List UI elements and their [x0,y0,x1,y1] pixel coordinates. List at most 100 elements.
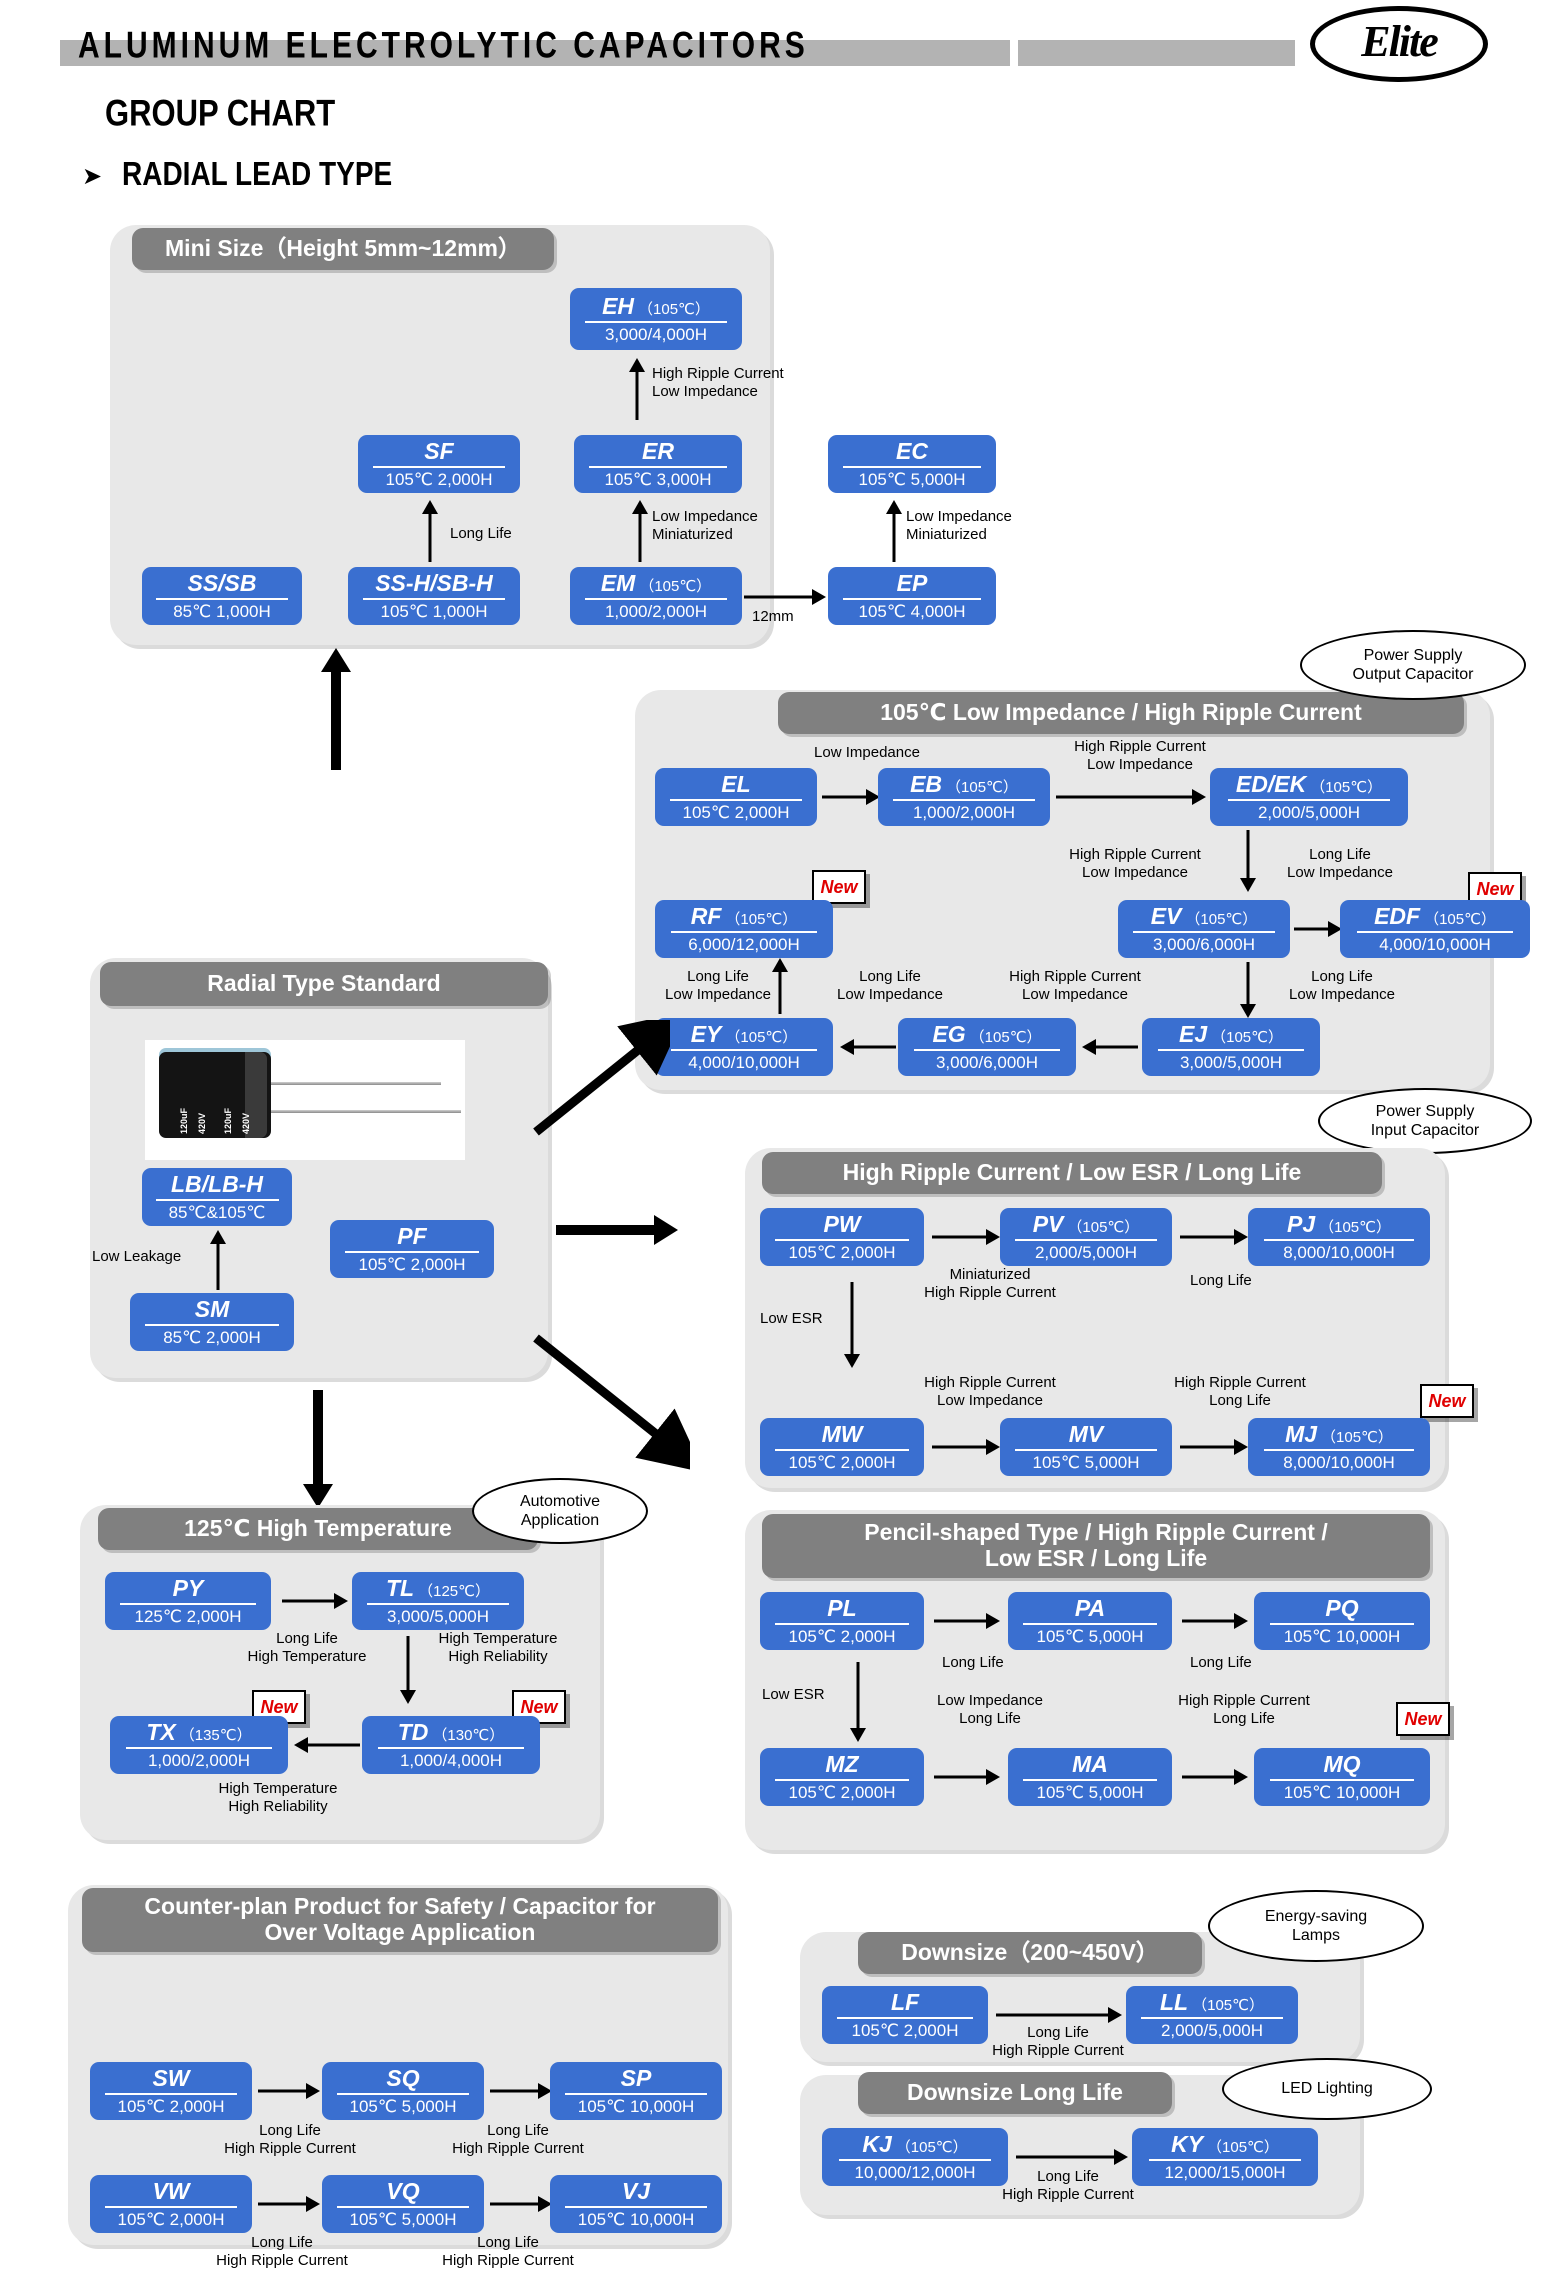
divider [363,598,505,600]
product-life: 3,000/6,000H [935,1053,1039,1072]
annotation-pv-pj: Long Life [1190,1272,1252,1289]
product-box-pj[interactable]: PJ （105℃） 8,000/10,000H [1248,1208,1430,1266]
product-box-ss-sb[interactable]: SS/SB 85℃ 1,000H [142,567,302,625]
product-box-pw[interactable]: PW 105℃ 2,000H [760,1208,924,1266]
panel-mini-size-title: Mini Size（Height 5mm~12mm） [132,228,554,270]
panel-radial-standard-title: Radial Type Standard [100,962,548,1006]
arrow-em-to-ep [744,588,826,606]
product-life: 8,000/10,000H [1283,1243,1395,1262]
product-life: 6,000/12,000H [688,935,800,954]
divider [372,466,506,468]
radial-lead-type-heading: RADIAL LEAD TYPE [122,155,393,193]
product-box-pa[interactable]: PA 105℃ 5,000H [1008,1592,1172,1650]
product-box-ss-h-sb-h[interactable]: SS-H/SB-H 105℃ 1,000H [348,567,520,625]
arrow-edek-to-ev [1238,830,1258,892]
product-life: 105℃ 2,000H [385,470,493,489]
product-life: 4,000/10,000H [1379,935,1491,954]
product-box-ec[interactable]: EC 105℃ 5,000H [828,435,996,493]
product-box-ev[interactable]: EV （105℃） 3,000/6,000H [1118,900,1290,958]
annotation-vq-vj: Long Life High Ripple Current [442,2234,574,2270]
divider [1227,799,1391,801]
product-box-tx[interactable]: TX （135℃） 1,000/2,000H [110,1716,288,1774]
product-temp: （105℃） [638,301,710,318]
product-box-pf[interactable]: PF 105℃ 2,000H [330,1220,494,1278]
product-life: 105℃ 5,000H [349,2097,457,2116]
annotation-tx-bottom: High Temperature High Reliability [218,1780,338,1816]
arrow-pv-to-pj [1180,1228,1248,1246]
product-box-vw[interactable]: VW 105℃ 2,000H [90,2175,252,2233]
product-box-sw[interactable]: SW 105℃ 2,000H [90,2062,252,2120]
divider [585,598,727,600]
product-box-sq[interactable]: SQ 105℃ 5,000H [322,2062,484,2120]
product-box-sp[interactable]: SP 105℃ 10,000H [550,2062,722,2120]
product-box-vq[interactable]: VQ 105℃ 5,000H [322,2175,484,2233]
product-box-sm[interactable]: SM 85℃ 2,000H [130,1293,294,1351]
logo-text: Elite [1361,17,1439,66]
product-box-mv[interactable]: MV 105℃ 5,000H [1000,1418,1172,1476]
product-box-vj[interactable]: VJ 105℃ 10,000H [550,2175,722,2233]
product-box-mz[interactable]: MZ 105℃ 2,000H [760,1748,924,1806]
product-code: SF [424,438,454,464]
product-box-lb[interactable]: LB/LB-H 85℃&105℃ [142,1168,292,1226]
product-box-eg[interactable]: EG （105℃） 3,000/6,000H [898,1018,1076,1076]
annotation-low-esr-hrc: Low ESR [760,1310,823,1327]
product-temp: （130℃） [432,1727,505,1744]
product-box-eh[interactable]: EH （105℃） 3,000/4,000H [570,288,742,350]
new-badge-mj: New [1420,1384,1474,1418]
product-life: 105℃ 10,000H [1283,1627,1401,1646]
product-box-py[interactable]: PY 125℃ 2,000H [105,1572,271,1630]
product-box-rf[interactable]: RF （105℃） 6,000/12,000H [655,900,833,958]
product-code: TD [397,1719,429,1745]
product-temp: （105℃） [1424,911,1496,928]
divider [914,1049,1060,1051]
product-life: 105℃ 2,000H [851,2021,959,2040]
arrow-tl-to-td [398,1636,418,1704]
arrow-pl-to-pa [934,1612,1000,1630]
product-box-eb[interactable]: EB （105℃） 1,000/2,000H [878,768,1050,826]
arrow-standard-to-mini [318,648,354,770]
product-box-ed-ek[interactable]: ED/EK （105℃） 2,000/5,000H [1210,768,1408,826]
product-box-mq[interactable]: MQ 105℃ 10,000H [1254,1748,1430,1806]
product-box-em[interactable]: EM （105℃） 1,000/2,000H [570,567,742,625]
product-box-ep[interactable]: EP 105℃ 4,000H [828,567,996,625]
product-box-pv[interactable]: PV （105℃） 2,000/5,000H [1000,1208,1172,1266]
annotation-low-leakage: Low Leakage [92,1248,182,1265]
product-temp: （105℃） [725,911,798,928]
product-code: ER [642,438,674,464]
product-box-ma[interactable]: MA 105℃ 5,000H [1008,1748,1172,1806]
capacitor-label-2: 420V [197,1112,207,1134]
product-box-mw[interactable]: MW 105℃ 2,000H [760,1418,924,1476]
capacitor-label-4: 420V [241,1112,251,1134]
product-box-ej[interactable]: EJ （105℃） 3,000/5,000H [1142,1018,1320,1076]
product-code: MV [1068,1421,1104,1447]
product-box-pl[interactable]: PL 105℃ 2,000H [760,1592,924,1650]
product-box-tl[interactable]: TL （125℃） 3,000/5,000H [352,1572,524,1630]
annotation-sq-sp: Long Life High Ripple Current [452,2122,584,2158]
product-box-el[interactable]: EL 105℃ 2,000H [655,768,817,826]
product-life: 1,000/2,000H [912,803,1016,822]
product-life: 105℃ 2,000H [788,1627,896,1646]
product-code: SS/SB [187,570,257,596]
arrow-pa-to-pq [1182,1612,1248,1630]
product-code: LL [1160,1989,1189,2015]
product-box-pq[interactable]: PQ 105℃ 10,000H [1254,1592,1430,1650]
product-box-mj[interactable]: MJ （105℃） 8,000/10,000H [1248,1418,1430,1476]
product-box-edf[interactable]: EDF （105℃） 4,000/10,000H [1340,900,1530,958]
product-code: PQ [1325,1595,1359,1621]
product-life: 1,000/2,000H [604,602,708,621]
product-box-er[interactable]: ER 105℃ 3,000H [574,435,742,493]
divider [336,2206,470,2208]
product-code: EP [896,570,928,596]
annotation-kj-ky: Long Life High Ripple Current [1002,2168,1134,2204]
product-temp: （105℃） [969,1029,1042,1046]
product-code: RF [690,903,722,929]
product-box-td[interactable]: TD （130℃） 1,000/4,000H [362,1716,540,1774]
group-chart-heading: GROUP CHART [105,92,336,134]
product-box-sf[interactable]: SF 105℃ 2,000H [358,435,520,493]
product-life: 105℃ 10,000H [1283,1783,1401,1802]
product-code: MW [821,1421,863,1447]
arrow-ev-to-ej [1238,962,1258,1018]
product-life: 85℃ 2,000H [163,1328,261,1347]
product-box-ey[interactable]: EY （105℃） 4,000/10,000H [655,1018,833,1076]
product-code: VJ [621,2178,651,2204]
